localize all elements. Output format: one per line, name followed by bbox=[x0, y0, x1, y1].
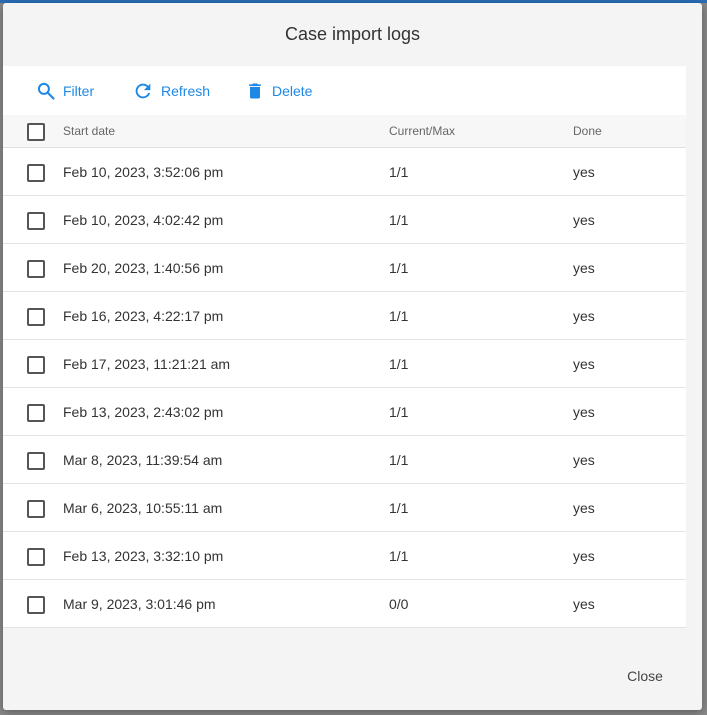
done-cell: yes bbox=[573, 211, 595, 228]
current-max-cell: 1/1 bbox=[389, 547, 409, 564]
filter-label: Filter bbox=[63, 82, 95, 99]
done-cell: yes bbox=[573, 547, 595, 564]
case-import-logs-dialog: Case import logs Filter Refresh Delete S… bbox=[3, 3, 702, 710]
current-max-cell: 1/1 bbox=[389, 259, 409, 276]
done-cell: yes bbox=[573, 403, 595, 420]
row-checkbox[interactable] bbox=[27, 163, 45, 182]
table-row[interactable]: Feb 16, 2023, 4:22:17 pm 1/1 yes bbox=[3, 292, 686, 340]
current-max-cell: 0/0 bbox=[389, 595, 409, 612]
logs-table: Start date Current/Max Done Feb 10, 2023… bbox=[3, 115, 686, 628]
column-header-current-max[interactable]: Current/Max bbox=[389, 124, 455, 138]
table-row[interactable]: Mar 9, 2023, 3:01:46 pm 0/0 yes bbox=[3, 580, 686, 628]
row-checkbox[interactable] bbox=[27, 211, 45, 230]
table-row[interactable]: Feb 13, 2023, 2:43:02 pm 1/1 yes bbox=[3, 388, 686, 436]
delete-label: Delete bbox=[272, 82, 313, 99]
search-icon bbox=[36, 81, 56, 101]
start-date-cell: Feb 16, 2023, 4:22:17 pm bbox=[63, 307, 224, 324]
select-all-checkbox[interactable] bbox=[27, 123, 45, 141]
done-cell: yes bbox=[573, 451, 595, 468]
row-checkbox[interactable] bbox=[27, 355, 45, 374]
table-row[interactable]: Mar 8, 2023, 11:39:54 am 1/1 yes bbox=[3, 436, 686, 484]
row-checkbox[interactable] bbox=[27, 547, 45, 566]
table-row[interactable]: Feb 17, 2023, 11:21:21 am 1/1 yes bbox=[3, 340, 686, 388]
delete-button[interactable]: Delete bbox=[245, 80, 312, 102]
toolbar: Filter Refresh Delete bbox=[3, 66, 686, 115]
table-row[interactable]: Feb 13, 2023, 3:32:10 pm 1/1 yes bbox=[3, 532, 686, 580]
start-date-cell: Feb 20, 2023, 1:40:56 pm bbox=[63, 259, 224, 276]
start-date-cell: Feb 13, 2023, 2:43:02 pm bbox=[63, 403, 224, 420]
current-max-cell: 1/1 bbox=[389, 403, 409, 420]
table-header: Start date Current/Max Done bbox=[3, 115, 686, 148]
done-cell: yes bbox=[573, 355, 595, 372]
refresh-label: Refresh bbox=[161, 82, 211, 99]
start-date-cell: Mar 9, 2023, 3:01:46 pm bbox=[63, 595, 216, 612]
column-header-start-date[interactable]: Start date bbox=[63, 124, 115, 138]
start-date-cell: Feb 10, 2023, 3:52:06 pm bbox=[63, 163, 224, 180]
start-date-cell: Mar 6, 2023, 10:55:11 am bbox=[63, 499, 223, 516]
row-checkbox[interactable] bbox=[27, 499, 45, 518]
start-date-cell: Feb 13, 2023, 3:32:10 pm bbox=[63, 547, 224, 564]
done-cell: yes bbox=[573, 499, 595, 516]
start-date-cell: Mar 8, 2023, 11:39:54 am bbox=[63, 451, 223, 468]
trash-icon bbox=[245, 80, 265, 102]
done-cell: yes bbox=[573, 259, 595, 276]
done-cell: yes bbox=[573, 163, 595, 180]
done-cell: yes bbox=[573, 595, 595, 612]
row-checkbox[interactable] bbox=[27, 403, 45, 422]
done-cell: yes bbox=[573, 307, 595, 324]
table-row[interactable]: Feb 10, 2023, 3:52:06 pm 1/1 yes bbox=[3, 148, 686, 196]
table-row[interactable]: Feb 10, 2023, 4:02:42 pm 1/1 yes bbox=[3, 196, 686, 244]
refresh-button[interactable]: Refresh bbox=[132, 80, 210, 102]
table-row[interactable]: Feb 20, 2023, 1:40:56 pm 1/1 yes bbox=[3, 244, 686, 292]
dialog-title: Case import logs bbox=[284, 23, 421, 44]
current-max-cell: 1/1 bbox=[389, 211, 409, 228]
refresh-icon bbox=[132, 80, 154, 102]
row-checkbox[interactable] bbox=[27, 307, 45, 326]
row-checkbox[interactable] bbox=[27, 451, 45, 470]
current-max-cell: 1/1 bbox=[389, 163, 409, 180]
start-date-cell: Feb 17, 2023, 11:21:21 am bbox=[63, 355, 231, 372]
close-button[interactable]: Close bbox=[615, 663, 675, 689]
filter-button[interactable]: Filter bbox=[36, 81, 94, 101]
current-max-cell: 1/1 bbox=[389, 355, 409, 372]
current-max-cell: 1/1 bbox=[389, 499, 409, 516]
table-row[interactable]: Mar 6, 2023, 10:55:11 am 1/1 yes bbox=[3, 484, 686, 532]
start-date-cell: Feb 10, 2023, 4:02:42 pm bbox=[63, 211, 224, 228]
row-checkbox[interactable] bbox=[27, 595, 45, 614]
row-checkbox[interactable] bbox=[27, 259, 45, 278]
column-header-done[interactable]: Done bbox=[573, 124, 602, 138]
current-max-cell: 1/1 bbox=[389, 451, 409, 468]
current-max-cell: 1/1 bbox=[389, 307, 409, 324]
